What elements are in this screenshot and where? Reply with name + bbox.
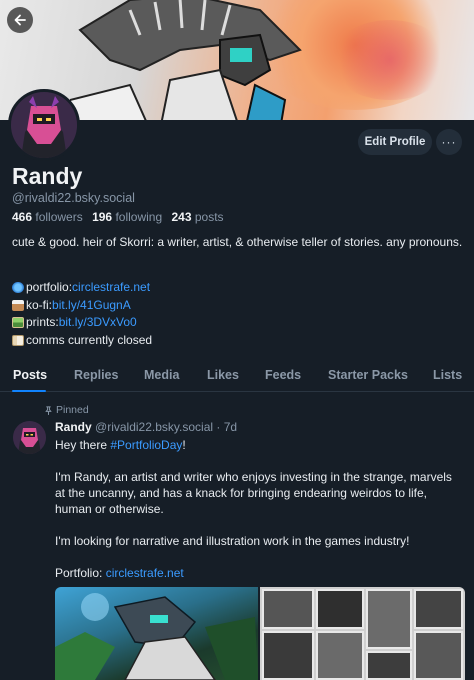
comic-panel [316,631,364,680]
profile-name: Randy [12,163,83,189]
more-options-button[interactable]: ··· [436,129,462,155]
prints-link[interactable]: bit.ly/3DVxVo0 [59,314,137,332]
tab-replies[interactable]: Replies [74,368,118,382]
post-author[interactable]: Randy [55,420,92,434]
profile-handle: @rivaldi22.bsky.social [12,191,135,205]
profile-avatar[interactable] [8,89,80,161]
kofi-line: ko-fi: bit.ly/41GugnA [12,297,152,315]
post-greeting: Hey there [55,438,111,452]
picture-icon [12,317,24,329]
pinned-indicator: Pinned [44,404,89,416]
arrow-left-icon [14,14,26,26]
illustration-artwork [55,593,258,680]
kofi-label: ko-fi: [26,297,53,312]
post-time[interactable]: · 7d [216,420,237,434]
ellipsis-icon: ··· [441,135,457,149]
comms-line: comms currently closed [12,332,152,350]
pin-icon [45,405,52,415]
post-avatar[interactable] [13,421,46,454]
portfolio-day-hashtag[interactable]: #PortfolioDay [110,438,182,452]
tab-starter-packs[interactable]: Starter Packs [328,368,408,382]
tab-likes[interactable]: Likes [207,368,239,382]
back-button[interactable] [7,7,33,33]
active-tab-indicator [12,390,46,392]
comic-panel [366,589,412,649]
post-body: Hey there #PortfolioDay! I'm Randy, an a… [55,437,465,597]
post-portfolio-link[interactable]: circlestrafe.net [106,566,184,580]
comic-panel [262,631,314,680]
globe-icon [12,282,24,294]
prints-label: prints: [26,315,59,329]
tab-posts[interactable]: Posts [13,368,47,382]
banner-artwork [70,0,302,120]
posts-label: posts [194,210,224,224]
followers-link[interactable]: 466 followers [12,210,83,224]
profile-stats: 466 followers 196 following 243 posts [12,210,224,224]
followers-count: 466 [12,210,33,224]
comic-panel [262,589,314,629]
comic-panel [366,651,412,680]
following-label: following [115,210,163,224]
comms-status: comms currently closed [26,332,153,347]
portfolio-label: portfolio: [26,280,73,294]
portfolio-line: portfolio: circlestrafe.net [12,279,152,297]
portfolio-link[interactable]: circlestrafe.net [72,279,150,297]
edit-profile-button[interactable]: Edit Profile [358,129,432,155]
following-count: 196 [92,210,113,224]
post-header: Randy @rivaldi22.bsky.social · 7d [55,420,237,434]
post-greeting-end: ! [182,438,186,452]
post-paragraph-3: I'm looking for narrative and illustrati… [55,534,410,548]
comic-panel [414,589,463,629]
post-portfolio-label: Portfolio: [55,566,106,580]
kofi-link[interactable]: bit.ly/41GugnA [52,297,131,315]
tab-media[interactable]: Media [144,368,179,382]
prints-line: prints: bit.ly/3DVxVo0 [12,314,152,332]
post-paragraph-4: Portfolio: circlestrafe.net [55,565,465,581]
post-avatar-image [13,421,46,454]
post-image-2[interactable] [260,587,465,680]
comic-panel [316,589,364,629]
profile-tabs: Posts Replies Media Likes Feeds Starter … [0,362,474,392]
post-handle[interactable]: @rivaldi22.bsky.social [95,420,213,434]
tab-feeds[interactable]: Feeds [265,368,301,382]
banner-paint-splash-2 [330,20,450,100]
followers-label: followers [35,210,83,224]
profile-bio: cute & good. heir of Skorri: a writer, a… [12,235,463,249]
comic-panel [414,631,463,680]
post-image-1[interactable] [55,587,258,680]
tab-lists[interactable]: Lists [433,368,462,382]
avatar-image [11,92,77,158]
posts-count: 243 [171,210,192,224]
id-card-icon [12,334,24,346]
profile-links: portfolio: circlestrafe.net ko-fi: bit.l… [12,279,152,349]
coffee-icon [12,299,24,311]
post-paragraph-2: I'm Randy, an artist and writer who enjo… [55,470,452,516]
post-line-1: Hey there #PortfolioDay! [55,437,465,453]
following-link[interactable]: 196 following [92,210,162,224]
pinned-label: Pinned [56,404,89,416]
